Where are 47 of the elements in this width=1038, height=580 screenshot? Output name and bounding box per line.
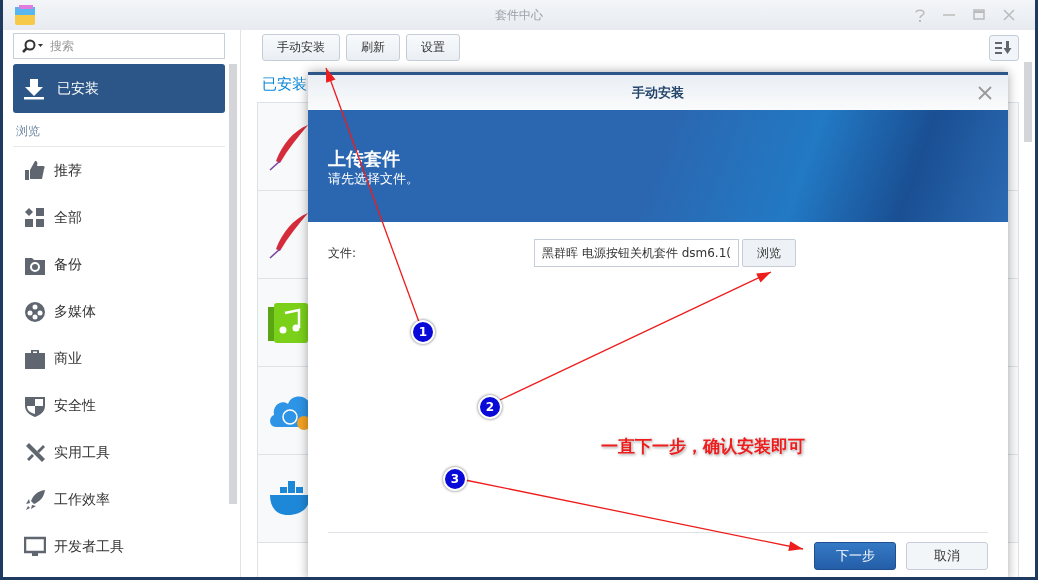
toolbar-button[interactable]: 设置 (406, 34, 460, 61)
sidebar-item[interactable]: 实用工具 (13, 429, 225, 476)
search-field[interactable]: 搜索 (13, 33, 225, 59)
section-heading: 浏览 (16, 123, 41, 140)
sidebar-item[interactable]: 开发者工具 (13, 523, 225, 570)
sidebar-item[interactable]: 备份 (13, 241, 225, 288)
download-icon (23, 77, 45, 100)
banner-subtitle: 请先选择文件。 (328, 170, 420, 188)
briefcase-icon (24, 347, 46, 370)
grid-icon (24, 206, 46, 229)
scrollbar[interactable] (229, 64, 237, 504)
sidebar-item[interactable]: 推荐 (13, 147, 225, 194)
scrollbar[interactable] (1024, 62, 1032, 142)
shield-icon (24, 394, 46, 417)
next-button[interactable]: 下一步 (814, 542, 896, 570)
tools-icon (24, 441, 46, 464)
close-icon[interactable] (1003, 9, 1015, 21)
sidebar-item[interactable]: 商业 (13, 335, 225, 382)
search-icon (22, 39, 44, 53)
dialog-title: 手动安装 (632, 83, 684, 102)
maximize-icon[interactable] (973, 9, 985, 21)
shopping-bag-icon (13, 3, 37, 27)
sidebar-item[interactable]: 安全性 (13, 382, 225, 429)
cancel-button[interactable]: 取消 (906, 542, 988, 570)
file-field[interactable]: 黑群晖 电源按钮关机套件 dsm6.1( (534, 239, 739, 267)
feather-icon (268, 122, 310, 171)
section-heading: 已安装 (262, 75, 307, 94)
sort-button[interactable] (989, 34, 1019, 61)
toolbar-button[interactable]: 刷新 (346, 34, 400, 61)
help-icon[interactable] (915, 8, 925, 22)
toolbar-button[interactable]: 手动安装 (262, 34, 340, 61)
window-title: 套件中心 (495, 6, 543, 24)
feather-icon (268, 210, 310, 259)
sidebar-item[interactable]: 多媒体 (13, 288, 225, 335)
monitor-icon (24, 535, 46, 558)
annotation-text: 一直下一步，确认安装即可 (601, 435, 805, 458)
whale-icon (268, 480, 310, 517)
rocket-icon (24, 488, 46, 511)
sidebar-item[interactable]: 全部 (13, 194, 225, 241)
film-reel-icon (24, 300, 46, 323)
sidebar-item[interactable]: 已安装 (13, 64, 225, 113)
close-icon[interactable] (978, 86, 992, 100)
file-label: 文件: (328, 244, 358, 262)
thumbs-up-icon (24, 159, 46, 182)
sidebar-item[interactable]: 工作效率 (13, 476, 225, 523)
sort-icon (995, 40, 1013, 55)
browse-button[interactable]: 浏览 (742, 239, 796, 267)
